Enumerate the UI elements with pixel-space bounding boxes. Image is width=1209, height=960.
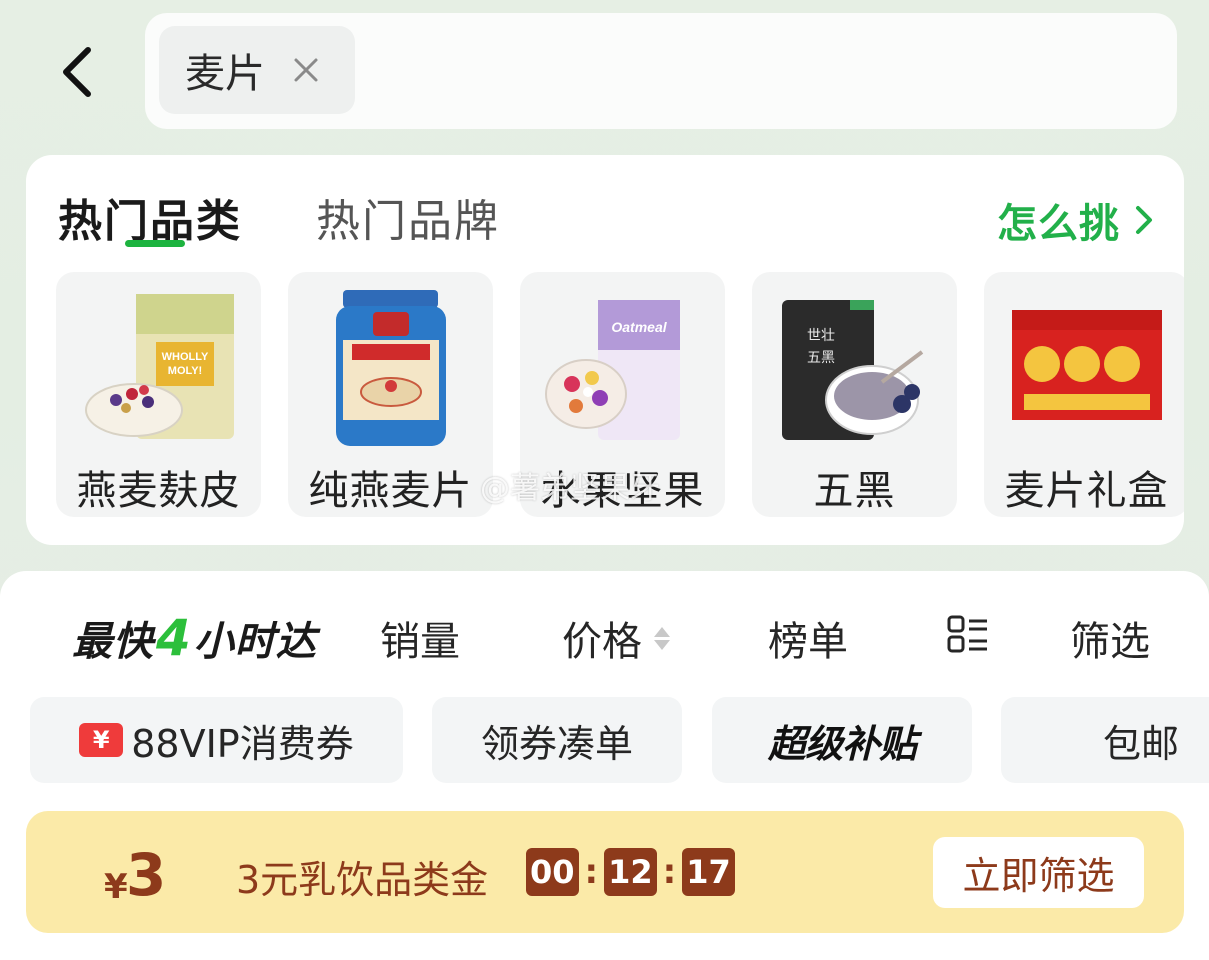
- category-tile-pure-oat[interactable]: 纯燕麦片: [288, 272, 493, 517]
- category-tile-label: 麦片礼盒: [1004, 468, 1169, 514]
- vip-coupon-pill[interactable]: ¥ 88VIP消费券: [30, 697, 403, 783]
- vip-coupon-label: 88VIP消费券: [131, 721, 354, 766]
- timer-minutes: 12: [604, 848, 657, 896]
- tab-hot-brands[interactable]: 热门品牌: [316, 185, 500, 249]
- filter-panel: 最快 4 小时达 销量 价格 榜单 筛选 ¥ 88VIP消费券 领券凑单 超级补…: [0, 571, 1209, 960]
- active-tab-indicator: [125, 240, 185, 247]
- svg-text:MOLY!: MOLY!: [168, 365, 202, 377]
- search-chip[interactable]: 麦片: [159, 26, 355, 114]
- free-shipping-pill[interactable]: 包邮: [1001, 697, 1209, 783]
- promo-yen: ¥: [104, 867, 128, 907]
- sort-price-label: 价格: [562, 619, 642, 665]
- promo-banner: ¥ 3 3元乳饮品类金 00 : 12 : 17 立即筛选: [26, 811, 1184, 933]
- category-tile-label: 纯燕麦片: [308, 468, 473, 514]
- chevron-left-icon: [63, 47, 91, 97]
- back-button[interactable]: [48, 40, 104, 104]
- close-icon[interactable]: [293, 57, 319, 83]
- fruit-nut-product-image: Oatmeal: [545, 300, 680, 440]
- super-subsidy-pill[interactable]: 超级补贴: [712, 697, 972, 783]
- category-tile-oat-bran[interactable]: WHOLLY MOLY! 燕麦麸皮: [56, 272, 261, 517]
- category-tile-label: 五黑: [813, 468, 896, 514]
- oat-bran-product-image: WHOLLY MOLY!: [85, 294, 234, 439]
- category-tiles: WHOLLY MOLY! 燕麦麸皮 纯燕麦片 Oatmeal 水果坚果 世壮 五…: [56, 272, 1184, 517]
- category-tile-five-black[interactable]: 世壮 五黑 五黑: [752, 272, 957, 517]
- how-to-pick-label: 怎么挑: [997, 201, 1120, 247]
- filter-button[interactable]: 筛选: [1070, 609, 1150, 667]
- sort-arrows-icon: [654, 626, 670, 650]
- layout-toggle[interactable]: [947, 615, 989, 655]
- fast-prefix: 最快: [72, 619, 154, 665]
- promo-description: 3元乳饮品类金: [236, 858, 489, 902]
- oat-jar-product-image: [336, 290, 446, 446]
- category-tile-label: 水果坚果: [540, 468, 705, 514]
- filter-now-button[interactable]: 立即筛选: [933, 837, 1144, 908]
- five-black-product-image: 世壮 五黑: [782, 300, 924, 440]
- fast-delivery-filter[interactable]: 最快 4 小时达: [72, 609, 317, 667]
- category-tile-fruit-nut[interactable]: Oatmeal 水果坚果: [520, 272, 725, 517]
- free-shipping-label: 包邮: [1102, 721, 1179, 766]
- fast-suffix: 小时达: [193, 619, 317, 665]
- category-tile-gift-box[interactable]: 麦片礼盒: [984, 272, 1184, 517]
- sort-sales[interactable]: 销量: [380, 609, 460, 667]
- timer-seconds: 17: [682, 848, 735, 896]
- search-chip-label: 麦片: [185, 51, 265, 97]
- svg-text:五黑: 五黑: [807, 350, 835, 366]
- coupon-bundle-pill[interactable]: 领券凑单: [432, 697, 682, 783]
- chevron-right-icon: [1136, 206, 1152, 234]
- sort-price[interactable]: 价格: [562, 609, 670, 667]
- coupon-icon: ¥: [79, 723, 124, 757]
- timer-hours: 00: [526, 848, 579, 896]
- sort-rank[interactable]: 榜单: [768, 609, 848, 667]
- svg-text:WHOLLY: WHOLLY: [162, 351, 209, 363]
- list-layout-icon: [947, 615, 987, 653]
- gift-box-product-image: [1012, 310, 1162, 420]
- super-subsidy-label: 超级补贴: [767, 721, 917, 766]
- fast-number: 4: [156, 609, 192, 667]
- svg-text:Oatmeal: Oatmeal: [611, 319, 667, 335]
- countdown-timer: 00 : 12 : 17: [526, 848, 735, 896]
- promo-amount: 3: [126, 841, 167, 909]
- category-card: 热门品类 热门品牌 怎么挑 WHOLLY MOLY! 燕麦麸皮 纯燕麦片 Oat…: [26, 155, 1184, 545]
- category-tile-label: 燕麦麸皮: [76, 468, 241, 514]
- search-box[interactable]: 麦片: [145, 13, 1177, 129]
- svg-text:世壮: 世壮: [807, 328, 835, 344]
- how-to-pick-link[interactable]: 怎么挑: [997, 191, 1154, 249]
